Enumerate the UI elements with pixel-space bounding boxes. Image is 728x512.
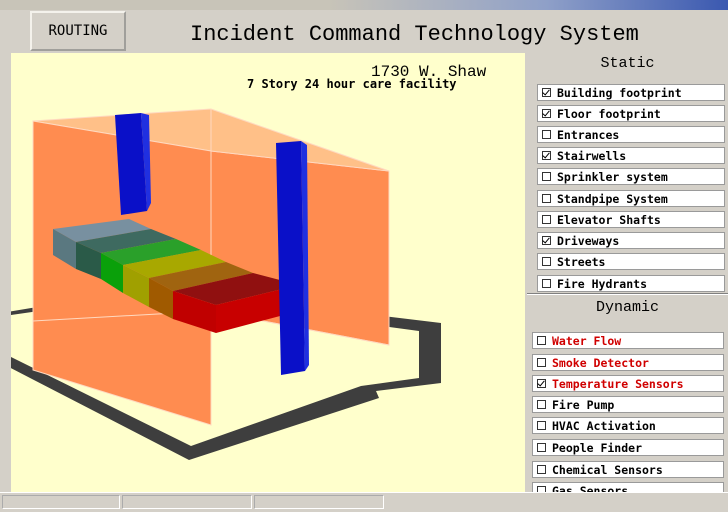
static-section-title: Static xyxy=(600,55,655,72)
checkbox[interactable] xyxy=(542,236,551,245)
layer-toggle-fire-pump[interactable]: Fire Pump xyxy=(532,396,724,413)
section-divider xyxy=(527,293,728,295)
checkbox[interactable] xyxy=(542,257,551,266)
window-top-strip xyxy=(0,0,728,10)
layer-toggle-standpipe-system[interactable]: Standpipe System xyxy=(537,190,725,207)
status-cell xyxy=(2,495,120,509)
checkbox[interactable] xyxy=(542,151,551,160)
layer-toggle-building-footprint[interactable]: Building footprint xyxy=(537,84,725,101)
checkbox[interactable] xyxy=(542,88,551,97)
checkbox[interactable] xyxy=(537,379,546,388)
checkbox[interactable] xyxy=(542,279,551,288)
layer-toggle-entrances[interactable]: Entrances xyxy=(537,126,725,143)
stairwell-front xyxy=(276,141,305,375)
layer-toggle-temperature-sensors[interactable]: Temperature Sensors xyxy=(532,375,724,392)
checkbox[interactable] xyxy=(537,465,546,474)
layer-label: People Finder xyxy=(552,440,643,455)
layer-toggle-streets[interactable]: Streets xyxy=(537,253,725,270)
layer-toggle-elevator-shafts[interactable]: Elevator Shafts xyxy=(537,211,725,228)
layer-label: Smoke Detector xyxy=(552,355,649,370)
layer-panel: Static Building footprint Floor footprint… xyxy=(527,53,728,499)
checkbox[interactable] xyxy=(537,443,546,452)
layer-toggle-floor-footprint[interactable]: Floor footprint xyxy=(537,105,725,122)
layer-toggle-fire-hydrants[interactable]: Fire Hydrants xyxy=(537,275,725,292)
checkbox[interactable] xyxy=(537,400,546,409)
building-description: 7 Story 24 hour care facility xyxy=(247,77,457,91)
building-scene xyxy=(11,108,441,460)
layer-toggle-stairwells[interactable]: Stairwells xyxy=(537,147,725,164)
layer-toggle-water-flow[interactable]: Water Flow xyxy=(532,332,724,349)
layer-label: Building footprint xyxy=(557,85,682,100)
routing-button[interactable]: ROUTING xyxy=(30,11,126,51)
layer-label: Chemical Sensors xyxy=(552,462,663,477)
checkbox[interactable] xyxy=(537,421,546,430)
layer-toggle-hvac-activation[interactable]: HVAC Activation xyxy=(532,417,724,434)
layer-label: Sprinkler system xyxy=(557,169,668,184)
status-bar xyxy=(0,492,728,512)
layer-label: Water Flow xyxy=(552,333,622,348)
layer-toggle-driveways[interactable]: Driveways xyxy=(537,232,725,249)
layer-toggle-smoke-detector[interactable]: Smoke Detector xyxy=(532,354,724,371)
layer-label: Entrances xyxy=(557,127,620,142)
app-window: ROUTING Incident Command Technology Syst… xyxy=(0,10,728,499)
layer-label: Fire Pump xyxy=(552,397,615,412)
layer-label: Elevator Shafts xyxy=(557,212,661,227)
layer-label: Fire Hydrants xyxy=(557,276,648,291)
layer-label: Standpipe System xyxy=(557,191,668,206)
layer-toggle-people-finder[interactable]: People Finder xyxy=(532,439,724,456)
checkbox[interactable] xyxy=(542,130,551,139)
checkbox[interactable] xyxy=(542,215,551,224)
status-cell xyxy=(254,495,384,509)
checkbox[interactable] xyxy=(542,194,551,203)
layer-label: Temperature Sensors xyxy=(552,376,684,391)
building-3d-viewport[interactable]: 1730 W. Shaw 7 Story 24 hour care facili… xyxy=(11,53,525,497)
dynamic-section-title: Dynamic xyxy=(595,299,659,316)
checkbox[interactable] xyxy=(542,172,551,181)
checkbox[interactable] xyxy=(537,358,546,367)
checkbox[interactable] xyxy=(542,109,551,118)
layer-label: Driveways xyxy=(557,233,620,248)
layer-toggle-chemical-sensors[interactable]: Chemical Sensors xyxy=(532,461,724,478)
layer-label: Stairwells xyxy=(557,148,627,163)
status-cell xyxy=(122,495,252,509)
layer-label: HVAC Activation xyxy=(552,418,656,433)
app-title: Incident Command Technology System xyxy=(190,22,639,47)
checkbox[interactable] xyxy=(537,336,546,345)
layer-toggle-sprinkler-system[interactable]: Sprinkler system xyxy=(537,168,725,185)
layer-label: Streets xyxy=(557,254,606,269)
layer-label: Floor footprint xyxy=(557,106,661,121)
